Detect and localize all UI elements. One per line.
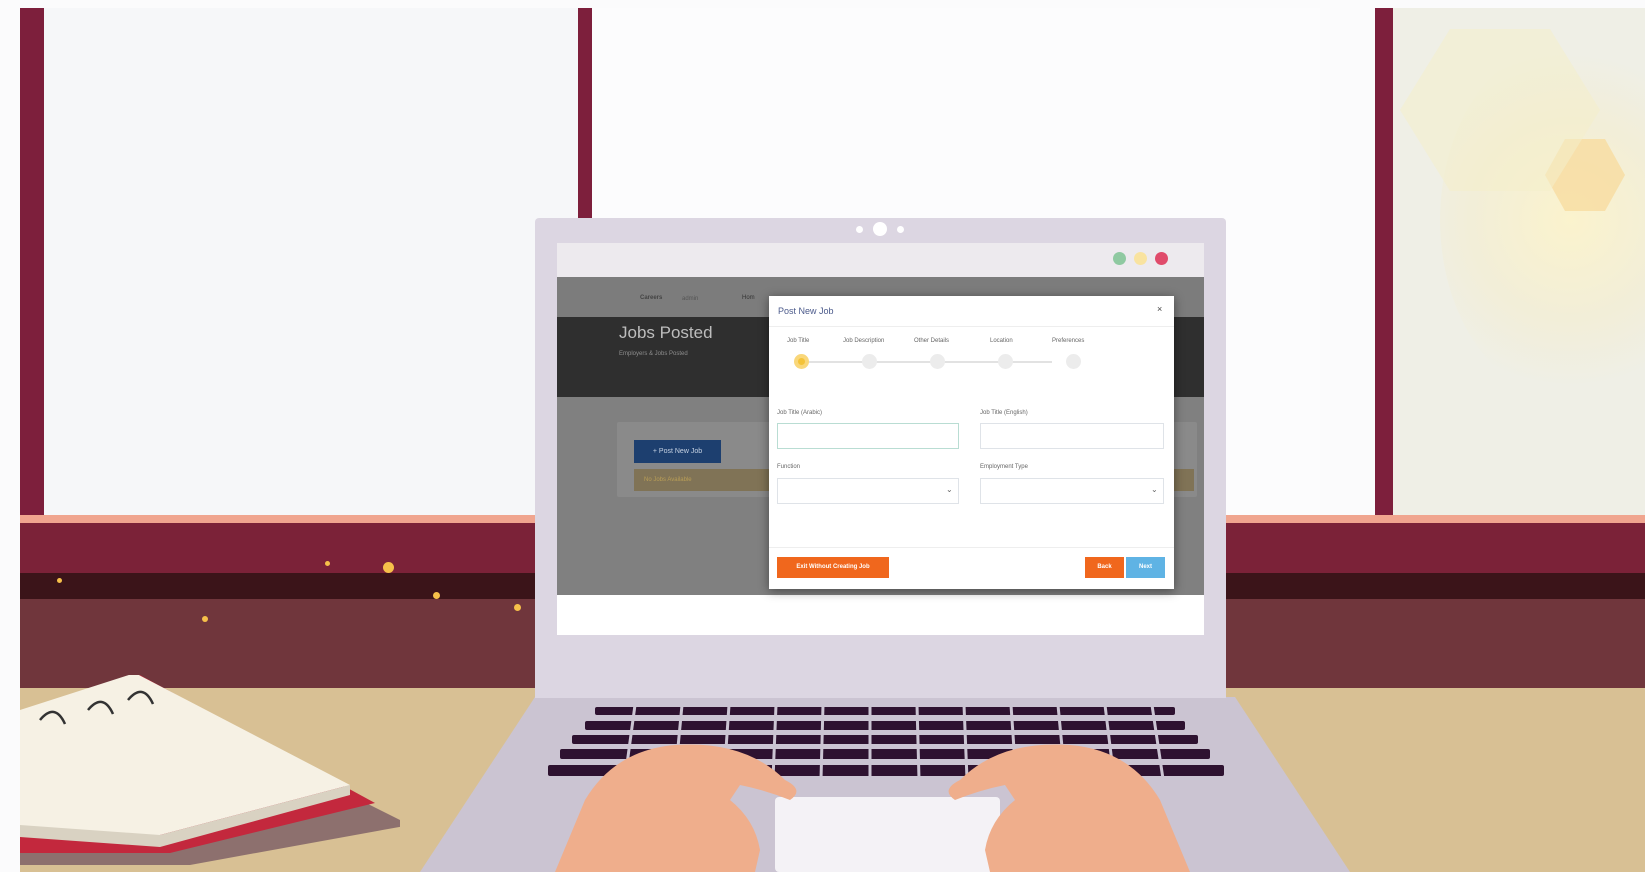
page-title: Jobs Posted [619,323,713,342]
step-label: Preferences [1052,338,1085,344]
step-marker[interactable] [998,354,1013,369]
window-pane-left [38,8,578,520]
job-title-english-input[interactable] [980,423,1164,449]
nav-home[interactable]: Hom [742,295,755,301]
webcam-indicator [856,226,863,233]
modal-title: Post New Job [778,306,834,316]
right-hand [930,740,1190,872]
step-marker[interactable] [1066,354,1081,369]
field-label: Employment Type [980,464,1028,470]
step-marker-active[interactable] [794,354,809,369]
app-logo[interactable]: Careers [640,295,662,301]
next-button[interactable]: Next [1126,557,1165,578]
step-label: Location [990,338,1013,344]
notebook [20,673,410,865]
post-new-job-modal: Post New Job × Job Title Job Description… [769,296,1174,589]
chevron-down-icon: ⌄ [946,485,953,494]
modal-header-divider [769,326,1174,327]
step-label: Job Title [787,338,810,344]
step-label: Job Description [843,338,885,344]
sparkle [325,561,330,566]
back-button[interactable]: Back [1085,557,1124,578]
exit-without-creating-job-button[interactable]: Exit Without Creating Job [777,557,889,578]
window-frame-right [1375,8,1393,548]
close-icon[interactable]: × [1157,304,1162,314]
sparkle [433,592,440,599]
post-new-job-button[interactable]: + Post New Job [634,440,721,463]
chevron-down-icon: ⌄ [1151,485,1158,494]
browser-titlebar [557,243,1204,277]
sparkle [514,604,521,611]
webcam-indicator [897,226,904,233]
traffic-light-green[interactable] [1113,252,1126,265]
sparkle [57,578,62,583]
modal-footer-divider [769,547,1174,548]
viewport-footer [557,595,1204,635]
step-label: Other Details [914,338,950,344]
job-title-arabic-input[interactable] [777,423,959,449]
sparkle [202,616,208,622]
webcam [873,222,887,236]
function-select[interactable]: ⌄ [777,478,959,504]
illustration-scene: Careers admin Hom Jobs Posted Employers … [0,0,1645,872]
nav-admin[interactable]: admin [682,296,698,302]
traffic-light-yellow[interactable] [1134,252,1147,265]
window-frame-left [20,8,44,548]
field-label: Function [777,464,801,470]
sparkle [383,562,394,573]
step-marker[interactable] [862,354,877,369]
page-subtitle: Employers & Jobs Posted [619,351,688,357]
field-label: Job Title (Arabic) [777,410,823,416]
field-label: Job Title (English) [980,410,1028,416]
step-marker[interactable] [930,354,945,369]
employment-type-select[interactable]: ⌄ [980,478,1164,504]
left-hand [555,740,815,872]
stepper-line [802,361,1052,363]
traffic-light-red[interactable] [1155,252,1168,265]
